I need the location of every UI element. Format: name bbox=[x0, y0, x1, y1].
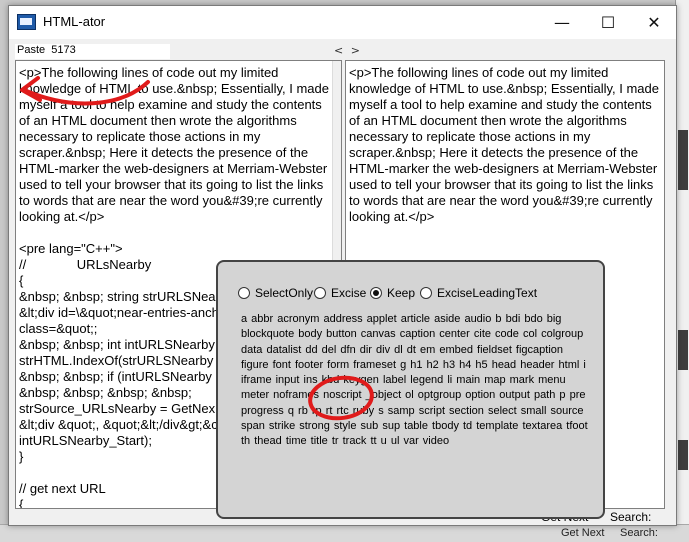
radio-excise[interactable]: Excise bbox=[314, 286, 366, 300]
radio-excise-label: Excise bbox=[331, 286, 367, 300]
paste-field[interactable]: Paste 5173 bbox=[15, 44, 170, 59]
background-search-label: Search: bbox=[620, 527, 658, 539]
tag-options-panel: SelectOnly Excise Keep ExciseLeadingText… bbox=[216, 260, 605, 519]
radio-excise-leading-text-label: ExciseLeadingText bbox=[437, 286, 538, 300]
background-get-next: Get Next bbox=[561, 527, 605, 539]
radio-excise-circle[interactable] bbox=[314, 287, 326, 299]
search-label: Search: bbox=[610, 510, 652, 524]
radio-keep-circle[interactable] bbox=[370, 287, 382, 299]
result-text: <p>The following lines of code out my li… bbox=[349, 65, 663, 224]
nav-arrows[interactable]: < > bbox=[334, 44, 362, 57]
window-title: HTML-ator bbox=[43, 14, 106, 29]
radio-excise-leading-text[interactable]: ExciseLeadingText bbox=[420, 286, 537, 300]
radio-select-only[interactable]: SelectOnly bbox=[238, 286, 313, 300]
maximize-button[interactable]: ☐ bbox=[585, 6, 631, 39]
background-window-footer: Get Next Search: bbox=[0, 524, 689, 542]
close-button[interactable]: ✕ bbox=[631, 6, 677, 39]
paste-label: Paste 5173 bbox=[17, 44, 76, 56]
radio-keep[interactable]: Keep bbox=[370, 286, 415, 300]
tag-list[interactable]: a abbr acronym address applet article as… bbox=[241, 312, 591, 450]
paste-count: 5173 bbox=[51, 44, 76, 56]
app-icon bbox=[17, 14, 36, 30]
radio-select-only-circle[interactable] bbox=[238, 287, 250, 299]
radio-select-only-label: SelectOnly bbox=[255, 286, 314, 300]
title-bar[interactable]: HTML-ator — ☐ ✕ bbox=[9, 6, 676, 39]
minimize-button[interactable]: — bbox=[539, 6, 585, 39]
radio-excise-leading-text-circle[interactable] bbox=[420, 287, 432, 299]
radio-keep-label: Keep bbox=[387, 286, 416, 300]
background-window bbox=[675, 0, 689, 541]
